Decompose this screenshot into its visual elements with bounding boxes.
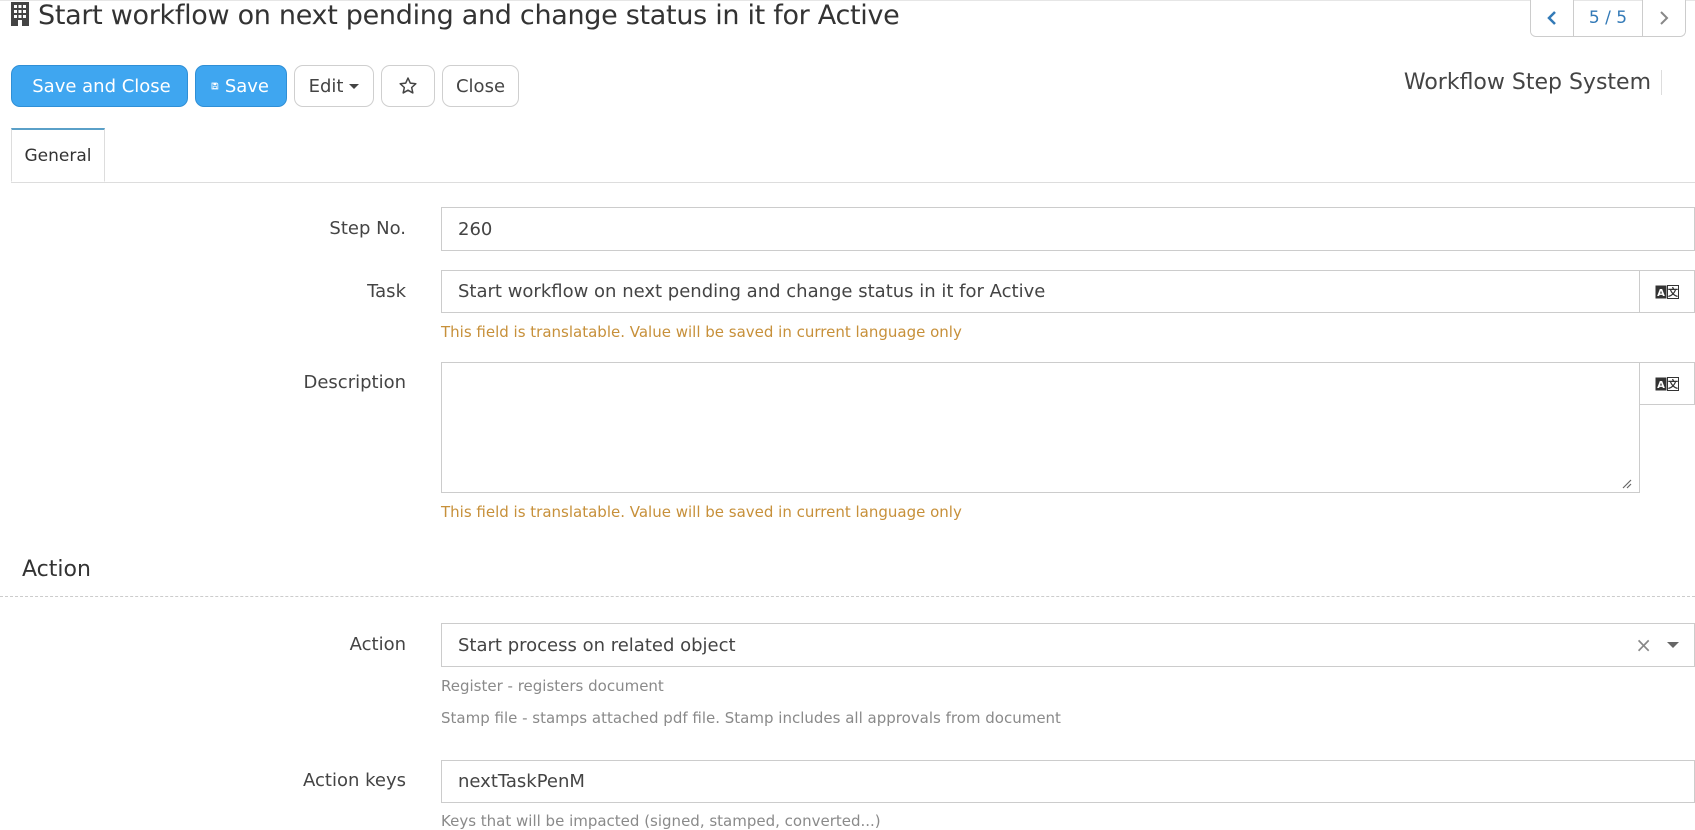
close-label: Close: [455, 75, 506, 97]
edit-dropdown-button[interactable]: Edit: [294, 65, 374, 107]
save-and-close-button[interactable]: Save and Close: [11, 65, 188, 107]
svg-text:A: A: [1657, 380, 1665, 391]
tab-bar: General: [11, 128, 1695, 183]
description-help-text: This field is translatable. Value will b…: [441, 503, 962, 521]
save-and-close-label: Save and Close: [32, 75, 171, 97]
action-help-register: Register - registers document: [441, 677, 664, 695]
floppy-disk-icon: [211, 82, 219, 90]
translate-description-button[interactable]: A文: [1639, 362, 1695, 405]
action-keys-label: Action keys: [303, 770, 406, 791]
close-button[interactable]: Close: [442, 65, 519, 107]
record-count: 5 / 5: [1573, 0, 1643, 36]
favorite-button[interactable]: [381, 65, 435, 107]
entity-type-label: Workflow Step System: [1404, 70, 1662, 95]
building-icon: [10, 1, 30, 27]
page-title-text: Start workflow on next pending and chang…: [38, 0, 900, 31]
task-label: Task: [367, 281, 406, 302]
edit-label: Edit: [308, 75, 344, 97]
chevron-left-icon: [1547, 11, 1556, 25]
next-record-button[interactable]: [1643, 0, 1685, 36]
description-textarea[interactable]: [441, 362, 1640, 493]
task-help-text: This field is translatable. Value will b…: [441, 323, 962, 341]
translate-icon: A文: [1655, 376, 1679, 391]
svg-text:A: A: [1657, 288, 1665, 299]
section-divider: [0, 596, 1695, 597]
clear-selection-icon[interactable]: ×: [1635, 633, 1652, 657]
record-pager: 5 / 5: [1530, 0, 1686, 37]
description-label: Description: [303, 372, 406, 393]
action-keys-input[interactable]: nextTaskPenM: [441, 760, 1695, 803]
chevron-right-icon: [1660, 11, 1669, 25]
star-icon: [399, 77, 417, 94]
step-no-input[interactable]: 260: [441, 207, 1695, 251]
toolbar: Save and Close Save Edit Close: [11, 65, 519, 107]
tab-general[interactable]: General: [11, 128, 105, 182]
action-help-stamp: Stamp file - stamps attached pdf file. S…: [441, 709, 1061, 727]
action-select-value: Start process on related object: [458, 634, 736, 656]
page-title: Start workflow on next pending and chang…: [10, 0, 900, 31]
translate-icon: A文: [1655, 284, 1679, 299]
step-no-label: Step No.: [329, 218, 406, 239]
action-select[interactable]: Start process on related object ×: [441, 623, 1695, 667]
svg-text:文: 文: [1668, 286, 1679, 299]
svg-text:文: 文: [1668, 378, 1679, 391]
previous-record-button[interactable]: [1531, 0, 1573, 36]
translate-task-button[interactable]: A文: [1639, 270, 1695, 313]
action-keys-help: Keys that will be impacted (signed, stam…: [441, 812, 881, 830]
action-label: Action: [349, 634, 406, 655]
save-button[interactable]: Save: [195, 65, 287, 107]
save-label: Save: [224, 75, 269, 97]
resize-handle-icon[interactable]: [1622, 479, 1632, 489]
caret-down-icon[interactable]: [1667, 642, 1679, 648]
caret-down-icon: [349, 83, 360, 89]
task-input[interactable]: Start workflow on next pending and chang…: [441, 270, 1640, 313]
section-title-action: Action: [22, 557, 91, 582]
